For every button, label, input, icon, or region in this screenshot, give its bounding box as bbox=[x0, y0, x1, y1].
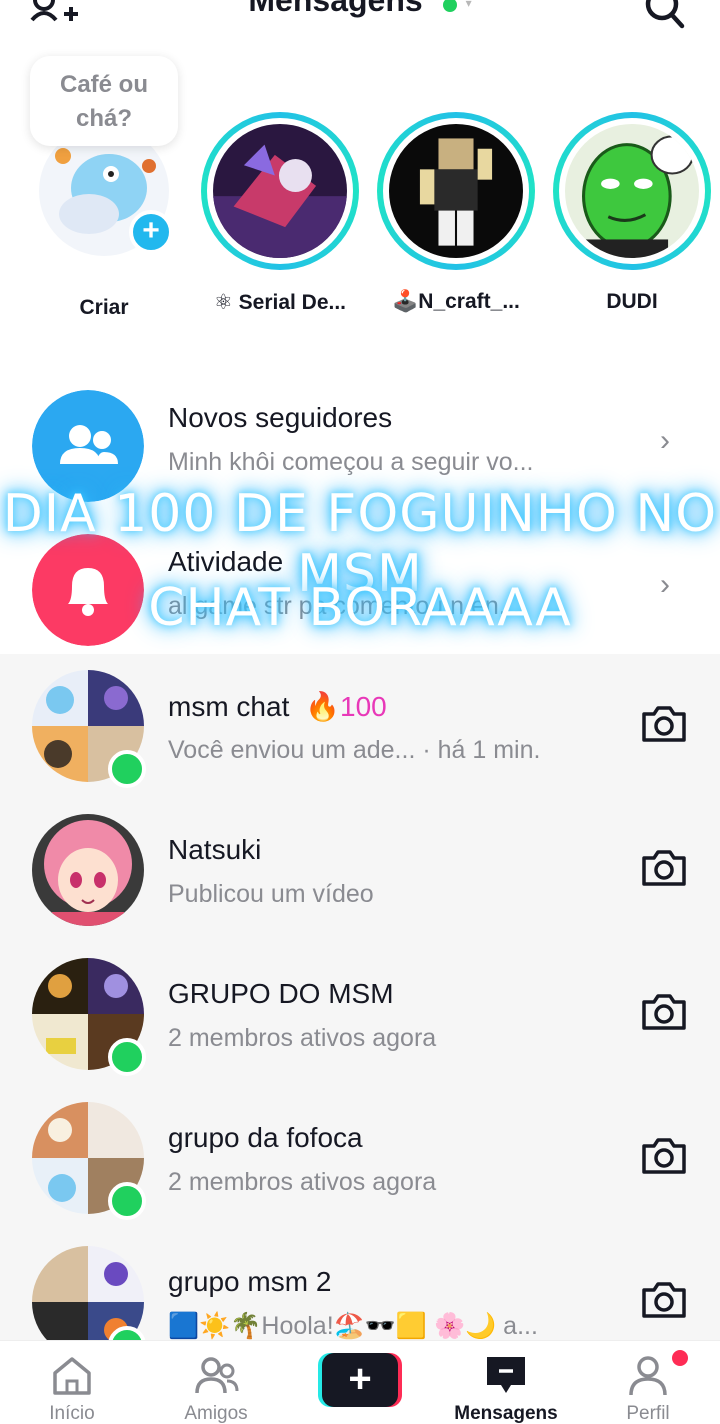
chat-name: grupo msm 2 bbox=[168, 1266, 332, 1297]
chat-row[interactable]: GRUPO DO MSM 2 membros ativos agora bbox=[0, 942, 720, 1086]
story-label: Criar bbox=[79, 296, 129, 319]
chat-row[interactable]: msm chat 🔥100 Você enviou um ade... · há… bbox=[0, 654, 720, 798]
activity-row[interactable]: Atividade al game str pa comentou n en..… bbox=[0, 510, 720, 654]
chat-list: msm chat 🔥100 Você enviou um ade... · há… bbox=[0, 654, 720, 1344]
chat-subtitle: 🟦☀️🌴Hoola!🏖️🕶️🟨 🌸🌙 a... bbox=[168, 1312, 538, 1340]
row-subtitle: Minh khôi começou a seguir vo... bbox=[168, 448, 534, 476]
camera-icon[interactable] bbox=[640, 1136, 688, 1176]
avatar bbox=[32, 814, 144, 926]
home-icon bbox=[53, 1357, 91, 1395]
fire-icon: 🔥 bbox=[305, 691, 341, 722]
story-ring-inner bbox=[207, 118, 353, 264]
avatar bbox=[213, 124, 347, 258]
story-ring bbox=[553, 112, 711, 270]
online-indicator bbox=[108, 750, 146, 788]
stories-row: + Criar Café ou chá? ⚛ Serial De... 🕹️N_… bbox=[0, 56, 720, 346]
followers-icon bbox=[32, 390, 144, 502]
chat-subtitle: 2 membros ativos agora bbox=[168, 1024, 437, 1052]
nav-label: Início bbox=[49, 1403, 95, 1424]
story-ring-inner bbox=[383, 118, 529, 264]
chevron-right-icon: › bbox=[660, 424, 670, 457]
story-label: DUDI bbox=[606, 290, 658, 313]
plus-icon: + bbox=[322, 1353, 398, 1407]
row-title: Atividade bbox=[168, 546, 284, 577]
chevron-right-icon: › bbox=[660, 568, 670, 601]
camera-icon[interactable] bbox=[640, 992, 688, 1032]
bottom-nav: Início Amigos + Mensagens Perfil bbox=[0, 1340, 720, 1424]
chat-name: grupo da fofoca bbox=[168, 1122, 363, 1153]
row-title: Novos seguidores bbox=[168, 402, 393, 433]
bell-icon bbox=[32, 534, 144, 646]
active-status-dot[interactable] bbox=[443, 0, 458, 12]
nav-friends[interactable]: Amigos bbox=[146, 1353, 286, 1424]
chevron-down-icon[interactable]: ▾ bbox=[466, 0, 472, 10]
story-ring bbox=[377, 112, 535, 270]
friends-icon bbox=[195, 1357, 239, 1394]
new-followers-row[interactable]: Novos seguidores Minh khôi começou a seg… bbox=[0, 366, 720, 510]
nav-label: Amigos bbox=[184, 1403, 248, 1424]
notification-dot bbox=[672, 1350, 688, 1366]
create-button[interactable]: + bbox=[318, 1353, 402, 1407]
nav-label: Mensagens bbox=[454, 1403, 558, 1424]
avatar bbox=[565, 124, 699, 258]
chat-subtitle: Publicou um vídeo bbox=[168, 880, 374, 908]
inbox-icon bbox=[487, 1357, 525, 1393]
story-item[interactable]: ⚛ Serial De... bbox=[200, 112, 360, 322]
story-item[interactable]: DUDI bbox=[552, 112, 712, 322]
nav-home[interactable]: Início bbox=[2, 1353, 142, 1424]
online-indicator bbox=[108, 1182, 146, 1220]
chat-name: GRUPO DO MSM bbox=[168, 978, 394, 1009]
chat-row[interactable]: Natsuki Publicou um vídeo bbox=[0, 798, 720, 942]
streak-badge: 🔥100 bbox=[305, 691, 387, 722]
nav-label: Perfil bbox=[626, 1403, 670, 1424]
story-ring bbox=[201, 112, 359, 270]
camera-icon[interactable] bbox=[640, 848, 688, 888]
note-bubble[interactable]: Café ou chá? bbox=[30, 56, 178, 146]
title-wrap: Mensagens ▾ bbox=[0, 0, 720, 19]
header: Mensagens ▾ bbox=[0, 0, 720, 42]
chat-row[interactable]: grupo da fofoca 2 membros ativos agora bbox=[0, 1086, 720, 1230]
chat-row[interactable]: grupo msm 2 🟦☀️🌴Hoola!🏖️🕶️🟨 🌸🌙 a... bbox=[0, 1230, 720, 1344]
avatar bbox=[389, 124, 523, 258]
chat-name: msm chat 🔥100 bbox=[168, 690, 387, 723]
camera-icon[interactable] bbox=[640, 1280, 688, 1320]
page-title: Mensagens bbox=[248, 0, 423, 18]
streak-count: 100 bbox=[340, 691, 387, 722]
online-indicator bbox=[108, 1038, 146, 1076]
profile-icon bbox=[629, 1356, 667, 1396]
search-icon[interactable] bbox=[644, 0, 688, 30]
story-label: 🕹️N_craft_... bbox=[392, 290, 520, 313]
nav-profile[interactable]: Perfil bbox=[578, 1353, 718, 1424]
chat-subtitle: Você enviou um ade... · há 1 min. bbox=[168, 736, 541, 764]
add-story-button[interactable]: + bbox=[129, 210, 173, 254]
story-item[interactable]: 🕹️N_craft_... bbox=[376, 112, 536, 322]
chat-subtitle: 2 membros ativos agora bbox=[168, 1168, 437, 1196]
nav-messages[interactable]: Mensagens bbox=[436, 1353, 576, 1424]
row-subtitle: al game str pa comentou n en... bbox=[168, 592, 520, 620]
chat-name: Natsuki bbox=[168, 834, 262, 865]
camera-icon[interactable] bbox=[640, 704, 688, 744]
story-ring-inner bbox=[559, 118, 705, 264]
story-label: ⚛ Serial De... bbox=[213, 291, 347, 314]
chat-name-text: msm chat bbox=[168, 691, 290, 722]
